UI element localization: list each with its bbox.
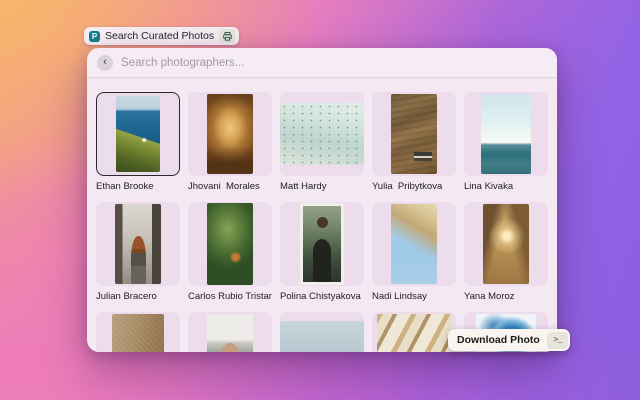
photo-pale-sky-mountains [481, 94, 531, 174]
photo-tile-row3-2[interactable] [188, 312, 272, 352]
photographer-card: Nadi Lindsay [372, 202, 456, 302]
command-title: Search Curated Photos [105, 30, 214, 42]
photo-woman-park-framed [300, 203, 344, 285]
printer-icon [223, 32, 232, 41]
photo-tile-yulia-pribytkova[interactable] [372, 92, 456, 176]
photographer-card [372, 312, 456, 352]
photo-tile-row3-4[interactable] [372, 312, 456, 352]
photographer-card [96, 312, 180, 352]
photo-cathedral-interior [207, 94, 253, 174]
photo-tile-nadi-lindsay[interactable] [372, 202, 456, 286]
photographer-card: Julian Bracero [96, 202, 180, 302]
photo-grid: Ethan Brooke Jhovani Morales Matt Hardy … [87, 78, 557, 352]
photo-tile-jhovani-morales[interactable] [188, 92, 272, 176]
photographer-name: Yana Moroz [464, 291, 548, 302]
photo-tile-matt-hardy[interactable] [280, 92, 364, 176]
photo-tile-ethan-brooke[interactable] [96, 92, 180, 176]
photo-landscape-horizon [280, 321, 364, 352]
photographer-name: Nadi Lindsay [372, 291, 456, 302]
photo-woman-city-balcony [115, 204, 161, 284]
photo-tile-row3-1[interactable] [96, 312, 180, 352]
photo-mountain-barn [391, 94, 437, 174]
photographer-name: Yulia Pribytkova [372, 181, 456, 192]
photo-green-tree [207, 203, 253, 285]
photographer-card: Yulia Pribytkova [372, 92, 456, 192]
photo-tile-lina-kivaka[interactable] [464, 92, 548, 176]
photographer-name: Ethan Brooke [96, 181, 180, 192]
photographer-name: Carlos Rubio Tristan [188, 291, 272, 302]
photo-escalator-architecture [377, 314, 451, 352]
desktop-background: P Search Curated Photos ‹ Ethan Brook [0, 0, 640, 400]
photo-ocean-surfers [280, 103, 364, 165]
action-label: Download Photo [457, 334, 540, 346]
search-bar: ‹ [87, 48, 557, 78]
photographer-card: Jhovani Morales [188, 92, 272, 192]
chevron-left-icon: ‹ [103, 57, 107, 68]
photo-brown-texture [112, 314, 164, 352]
photographer-name: Polina Chistyakova [280, 291, 364, 302]
photographer-name: Jhovani Morales [188, 181, 272, 192]
hotkey-badge [219, 29, 235, 43]
photographer-card: Ethan Brooke [96, 92, 180, 192]
photographer-name: Julian Bracero [96, 291, 180, 302]
photo-tile-yana-moroz[interactable] [464, 202, 548, 286]
photographer-card: Polina Chistyakova [280, 202, 364, 302]
photo-tile-julian-bracero[interactable] [96, 202, 180, 286]
photographer-card: Lina Kivaka [464, 92, 548, 192]
photographer-card [188, 312, 272, 352]
enter-key-badge: >_ [547, 332, 568, 349]
photo-lighthouse-coast [116, 96, 160, 172]
photographer-name: Lina Kivaka [464, 181, 548, 192]
pexels-logo-icon: P [89, 31, 100, 42]
photo-man-portrait [207, 314, 253, 352]
app-window: ‹ Ethan Brooke Jhovani Morales [87, 48, 557, 352]
photo-tile-carlos-rubio-tristan[interactable] [188, 202, 272, 286]
photo-canyon-sunlight [483, 204, 529, 284]
photo-tile-row3-3[interactable] [280, 312, 364, 352]
back-button[interactable]: ‹ [97, 55, 113, 71]
command-pill[interactable]: P Search Curated Photos [84, 27, 239, 45]
photographer-name: Matt Hardy [280, 181, 364, 192]
photographer-card: Yana Moroz [464, 202, 548, 302]
photographer-card [280, 312, 364, 352]
search-input[interactable] [121, 57, 547, 69]
photo-tile-polina-chistyakova[interactable] [280, 202, 364, 286]
photographer-card: Carlos Rubio Tristan [188, 202, 272, 302]
photo-rock-against-sky [391, 204, 437, 284]
photographer-card: Matt Hardy [280, 92, 364, 192]
download-photo-action[interactable]: Download Photo >_ [448, 329, 570, 351]
